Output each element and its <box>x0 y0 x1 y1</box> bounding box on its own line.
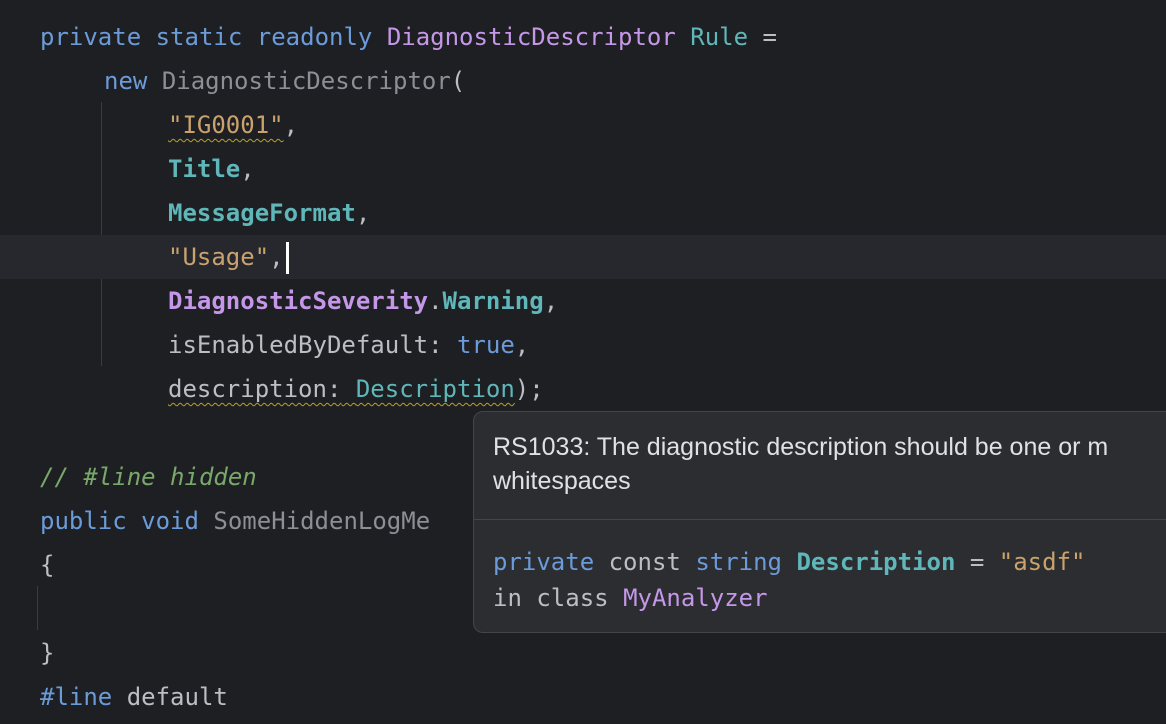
code-line-severity-argument[interactable]: DiagnosticSeverity.Warning, <box>0 279 1166 323</box>
code-line-close-brace[interactable]: } <box>0 631 1166 675</box>
description-identifier[interactable]: Description <box>356 375 515 403</box>
constructor-name: DiagnosticDescriptor <box>161 67 451 95</box>
operator: = <box>748 23 777 51</box>
type-name: DiagnosticDescriptor <box>386 23 676 51</box>
code-line-id-argument[interactable]: "IG0001", <box>0 103 1166 147</box>
keyword-public: public <box>40 507 127 535</box>
preprocessor-directive: #line <box>40 683 113 711</box>
keyword-const: const <box>608 548 681 576</box>
close-brace: } <box>40 639 55 667</box>
tooltip-message-line: RS1033: The diagnostic description shoul… <box>493 433 1109 461</box>
method-name: SomeHiddenLogMe <box>213 507 431 535</box>
severity-value: Warning <box>442 287 544 315</box>
message-format-identifier: MessageFormat <box>168 199 356 227</box>
class-name-link[interactable]: MyAnalyzer <box>623 584 768 612</box>
category-string-literal: "Usage" <box>168 243 270 271</box>
comma: , <box>355 199 371 227</box>
operator: = <box>969 548 985 576</box>
param-name: isEnabledByDefault: <box>168 331 443 359</box>
comment: // #line hidden <box>40 463 257 491</box>
comma: , <box>543 287 559 315</box>
declaration-value: "asdf" <box>998 548 1086 576</box>
open-brace: { <box>40 551 55 579</box>
text-caret <box>285 242 289 274</box>
tooltip-divider <box>474 519 1166 520</box>
comma: , <box>514 331 530 359</box>
title-identifier: Title <box>168 155 241 183</box>
code-line-directive[interactable]: #line default <box>0 675 1166 719</box>
keyword-static: static <box>155 23 243 51</box>
id-string-literal[interactable]: "IG0001" <box>168 111 284 139</box>
comma: , <box>283 111 299 139</box>
keyword-private: private <box>493 548 595 576</box>
code-line-message-format-argument[interactable]: MessageFormat, <box>0 191 1166 235</box>
tooltip-declaration: private const string Description = "asdf… <box>493 544 1085 616</box>
declaration-name: Description <box>796 548 956 576</box>
tooltip-message-line: whitespaces <box>493 467 631 495</box>
severity-type: DiagnosticSeverity <box>168 287 429 315</box>
code-editor[interactable]: private static readonly DiagnosticDescri… <box>0 0 1166 724</box>
comma: , <box>240 155 255 183</box>
close-paren: ); <box>514 375 544 403</box>
param-name: description: <box>168 375 342 403</box>
code-line-title-argument[interactable]: Title, <box>0 147 1166 191</box>
field-name: Rule <box>690 23 749 51</box>
directive-argument: default <box>126 683 228 711</box>
code-line-enabled-argument[interactable]: isEnabledByDefault: true, <box>0 323 1166 367</box>
code-line-description-argument[interactable]: description: Description); <box>0 367 1166 411</box>
keyword-class: class <box>536 584 609 612</box>
tooltip-warning-message: RS1033: The diagnostic description shoul… <box>493 430 1166 498</box>
keyword-new: new <box>104 67 148 95</box>
paren: ( <box>450 67 466 95</box>
code-line-constructor[interactable]: new DiagnosticDescriptor( <box>0 59 1166 103</box>
dot: . <box>428 287 443 315</box>
inspection-tooltip[interactable]: RS1033: The diagnostic description shoul… <box>473 411 1166 633</box>
keyword-true: true <box>457 331 515 359</box>
keyword-void: void <box>141 507 199 535</box>
keyword-private: private <box>40 23 142 51</box>
in-label: in <box>493 584 522 612</box>
keyword-string: string <box>695 548 783 576</box>
code-line-field-declaration[interactable]: private static readonly DiagnosticDescri… <box>0 15 1166 59</box>
comma: , <box>269 243 284 271</box>
keyword-readonly: readonly <box>256 23 373 51</box>
code-line-category-argument[interactable]: "Usage", <box>0 235 1166 279</box>
